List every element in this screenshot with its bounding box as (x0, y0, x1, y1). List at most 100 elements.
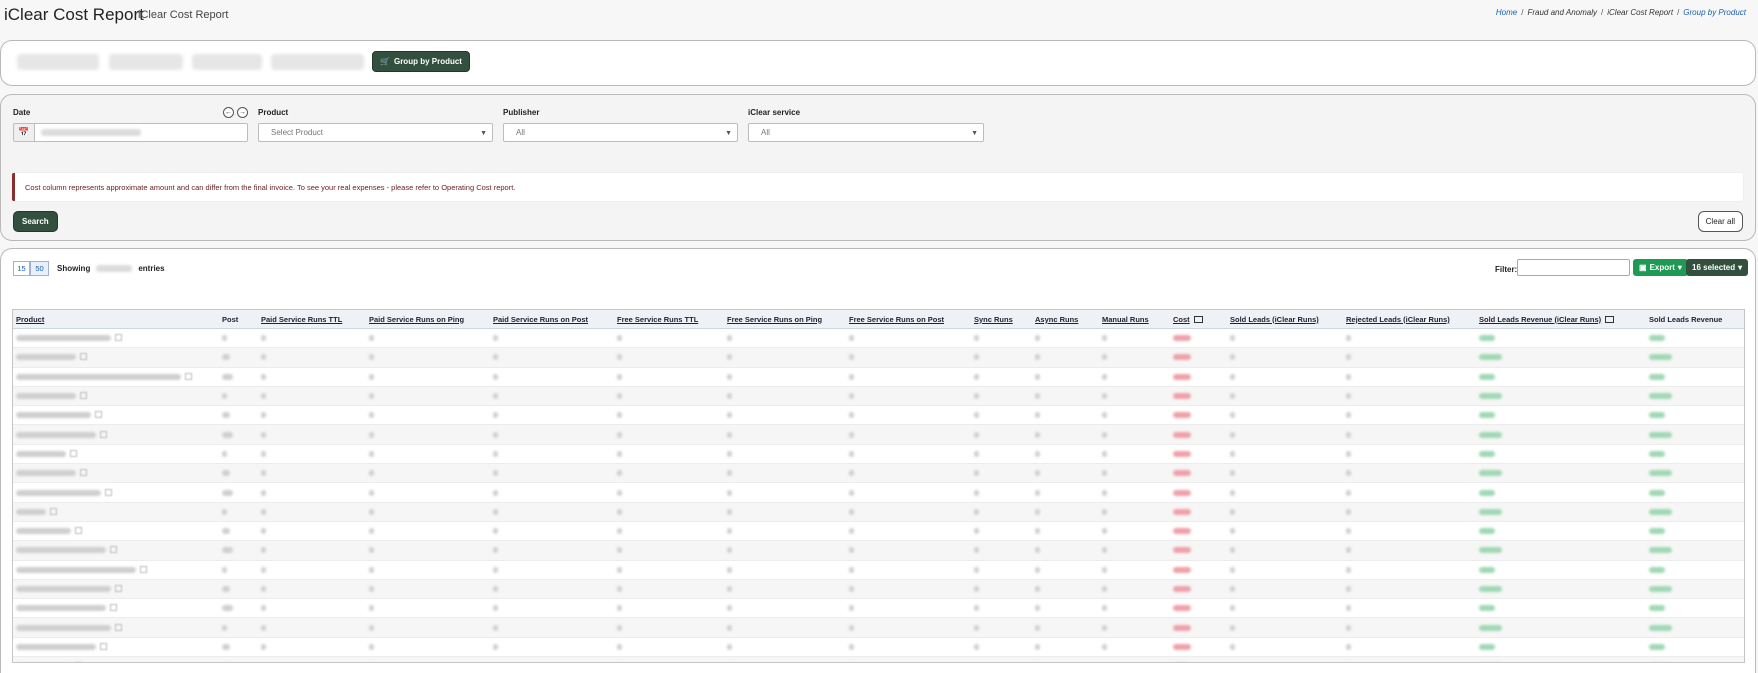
table-cell (1227, 405, 1343, 426)
table-cell (724, 579, 846, 600)
info-toggle-icon[interactable] (1605, 316, 1615, 324)
table-cell (258, 598, 366, 619)
table-cell (971, 347, 1032, 368)
search-button[interactable]: Search (13, 211, 58, 232)
table-cell (971, 521, 1032, 542)
table-cell (846, 579, 971, 600)
table-cell (1646, 560, 1744, 580)
table-filter-input[interactable] (1517, 259, 1630, 276)
tab-blurred-3[interactable] (192, 54, 262, 70)
table-cell (614, 579, 724, 600)
clear-all-button[interactable]: Clear all (1697, 211, 1743, 232)
info-toggle-icon[interactable] (1193, 316, 1203, 324)
table-cell (366, 637, 490, 658)
tab-group-by-product[interactable]: 🛒 Group by Product (372, 51, 470, 72)
export-button[interactable]: ▣ Export ▾ (1633, 259, 1688, 276)
table-cell (219, 502, 258, 522)
table-row (13, 579, 1744, 600)
col-header[interactable]: Paid Service Runs TTL (258, 310, 366, 329)
col-header[interactable]: Sync Runs (971, 310, 1032, 329)
col-header[interactable]: Free Service Runs on Post (846, 310, 971, 329)
table-cell (490, 405, 614, 426)
table-row (13, 405, 1744, 426)
table-cell (1343, 328, 1476, 349)
table-cell (846, 405, 971, 426)
col-header[interactable]: Paid Service Runs on Ping (366, 310, 490, 329)
table-cell (724, 328, 846, 349)
date-next-icon[interactable]: → (237, 107, 248, 118)
table-cell (1343, 598, 1476, 619)
table-cell (1476, 598, 1646, 619)
table-cell (258, 521, 366, 542)
table-cell (490, 367, 614, 387)
table-cell (1227, 482, 1343, 503)
columns-selector-button[interactable]: 16 selected ▾ (1686, 259, 1749, 276)
table-cell (1646, 637, 1744, 658)
col-header[interactable]: Sold Leads Revenue (iClear Runs) (1476, 310, 1646, 329)
table-cell (971, 386, 1032, 407)
calendar-icon[interactable]: 📅 (13, 123, 35, 142)
table-cell (219, 560, 258, 580)
table-cell (1227, 444, 1343, 465)
table-cell (1099, 579, 1170, 600)
table-cell (1032, 598, 1099, 619)
table-cell (1099, 560, 1170, 580)
col-header[interactable]: Free Service Runs TTL (614, 310, 724, 329)
caret-down-icon: ▼ (971, 130, 978, 137)
table-cell (1170, 502, 1227, 522)
table-cell (1476, 405, 1646, 426)
data-table: Product Post Paid Service Runs TTL Paid Ser… (12, 309, 1745, 663)
table-cell (846, 463, 971, 484)
table-cell (1170, 405, 1227, 426)
table-cell (1099, 463, 1170, 484)
service-select[interactable]: All ▼ (748, 123, 984, 142)
table-cell (971, 463, 1032, 484)
page-size-50[interactable]: 50 (30, 261, 49, 276)
col-header[interactable]: Sold Leads (iClear Runs) (1227, 310, 1343, 329)
table-cell (1476, 328, 1646, 349)
breadcrumb-home[interactable]: Home (1496, 8, 1517, 17)
col-header[interactable]: Product (13, 310, 219, 329)
col-header[interactable]: Rejected Leads (iClear Runs) (1343, 310, 1476, 329)
table-cell (1343, 424, 1476, 445)
table-cell (846, 424, 971, 445)
publisher-select[interactable]: All ▼ (503, 123, 738, 142)
caret-down-icon: ▼ (480, 130, 487, 137)
table-cell (1343, 579, 1476, 600)
table-cell (971, 328, 1032, 349)
page-size-15[interactable]: 15 (13, 261, 30, 276)
breadcrumb-report[interactable]: iClear Cost Report (1607, 8, 1673, 17)
table-cell (971, 579, 1032, 600)
col-header[interactable]: Async Runs (1032, 310, 1099, 329)
col-header[interactable]: Cost (1170, 310, 1227, 329)
breadcrumb-fraud[interactable]: Fraud and Anomaly (1527, 8, 1597, 17)
table-cell (846, 560, 971, 580)
table-cell (1032, 405, 1099, 426)
caret-down-icon: ▼ (725, 130, 732, 137)
col-header[interactable]: Paid Service Runs on Post (490, 310, 614, 329)
table-cell (219, 637, 258, 658)
table-cell (1343, 405, 1476, 426)
table-cell (366, 347, 490, 368)
col-header[interactable]: Manual Runs (1099, 310, 1170, 329)
tab-blurred-4[interactable] (271, 54, 364, 70)
table-header-row: Product Post Paid Service Runs TTL Paid Ser… (13, 310, 1744, 329)
table-cell (1343, 540, 1476, 561)
table-cell (614, 617, 724, 638)
date-range-input[interactable] (34, 123, 248, 142)
date-prev-icon[interactable]: ← (223, 107, 234, 118)
table-cell (1476, 424, 1646, 445)
table-cell (1099, 347, 1170, 368)
tab-blurred-2[interactable] (109, 54, 183, 70)
table-cell (1476, 347, 1646, 368)
table-cell (614, 347, 724, 368)
col-header[interactable]: Free Service Runs on Ping (724, 310, 846, 329)
table-cell (971, 560, 1032, 580)
table-cell (258, 367, 366, 387)
table-cell (1099, 502, 1170, 522)
table-cell (614, 444, 724, 465)
table-cell (1227, 463, 1343, 484)
table-cell (1476, 386, 1646, 407)
product-select[interactable]: Select Product ▼ (258, 123, 493, 142)
tab-blurred-1[interactable] (17, 54, 99, 70)
